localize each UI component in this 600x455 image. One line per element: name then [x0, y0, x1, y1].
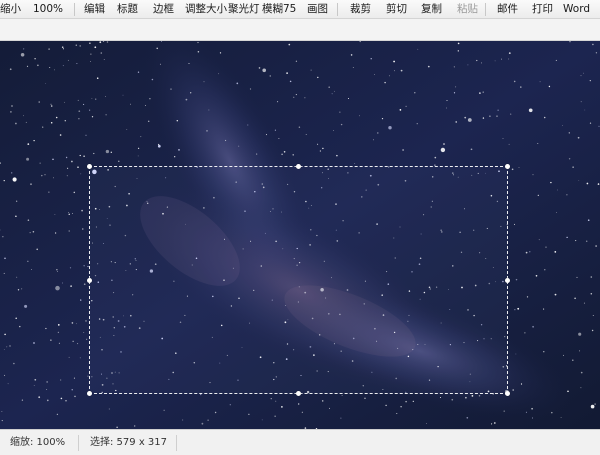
resize-handle-bottom[interactable]	[296, 391, 301, 396]
zoom-out-button[interactable]: 缩小	[0, 0, 21, 19]
toolbar-separator	[485, 3, 486, 16]
toolbar-subpanel	[0, 19, 600, 41]
copy-button[interactable]: 复制	[421, 0, 442, 19]
selection-size-status: 选择: 579 x 317	[90, 437, 167, 448]
draw-button[interactable]: 画图	[307, 0, 328, 19]
crop-button[interactable]: 裁剪	[350, 0, 371, 19]
status-separator	[78, 435, 79, 451]
border-button[interactable]: 边框	[153, 0, 174, 19]
print-button[interactable]: 打印	[532, 0, 553, 19]
resize-handle-top[interactable]	[296, 164, 301, 169]
zoom-level-label[interactable]: 100%	[33, 0, 63, 19]
paste-button[interactable]: 粘贴	[457, 0, 478, 19]
word-button[interactable]: Word	[563, 0, 590, 19]
resize-handle-left[interactable]	[87, 278, 92, 283]
cut-button[interactable]: 剪切	[386, 0, 407, 19]
title-button[interactable]: 标题	[117, 0, 138, 19]
resize-handle-bottom-right[interactable]	[505, 391, 510, 396]
selection-rectangle[interactable]	[87, 164, 510, 396]
screen-capture-editor: 缩小 100% 编辑 标题 边框 调整大小 聚光灯 模糊75 画图 裁剪 剪切 …	[0, 0, 600, 455]
resize-handle-bottom-left[interactable]	[87, 391, 92, 396]
toolbar-separator	[337, 3, 338, 16]
status-separator	[176, 435, 177, 451]
image-canvas[interactable]	[0, 41, 600, 429]
resize-button[interactable]: 调整大小	[185, 0, 227, 19]
mail-button[interactable]: 邮件	[497, 0, 518, 19]
resize-handle-right[interactable]	[505, 278, 510, 283]
zoom-status: 缩放: 100%	[10, 437, 66, 448]
blur-button[interactable]: 模糊75	[262, 0, 296, 19]
status-bar: 缩放: 100% 选择: 579 x 317	[0, 429, 600, 455]
toolbar-separator	[74, 3, 75, 16]
spotlight-button[interactable]: 聚光灯	[228, 0, 260, 19]
resize-handle-top-right[interactable]	[505, 164, 510, 169]
edit-button[interactable]: 编辑	[84, 0, 105, 19]
toolbar: 缩小 100% 编辑 标题 边框 调整大小 聚光灯 模糊75 画图 裁剪 剪切 …	[0, 0, 600, 19]
resize-handle-top-left[interactable]	[87, 164, 92, 169]
